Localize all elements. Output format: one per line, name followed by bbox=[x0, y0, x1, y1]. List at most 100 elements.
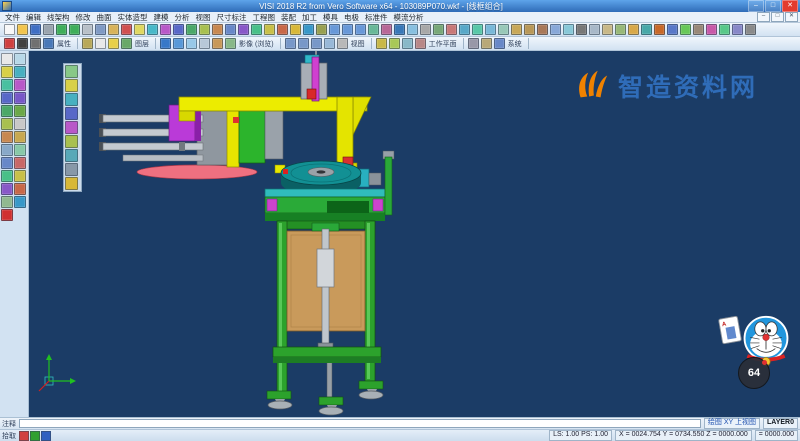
assembly-icon[interactable] bbox=[628, 24, 639, 35]
solid-cylinder-icon[interactable] bbox=[524, 24, 535, 35]
arc-icon[interactable] bbox=[160, 24, 171, 35]
transform-move-icon[interactable] bbox=[1, 170, 13, 182]
modify-offset-icon[interactable] bbox=[1, 157, 13, 169]
palette-circle-icon[interactable] bbox=[65, 107, 78, 120]
palette-select-icon[interactable] bbox=[65, 65, 78, 78]
scale-icon[interactable] bbox=[277, 24, 288, 35]
transform-rotate-icon[interactable] bbox=[14, 170, 26, 182]
mirror-icon[interactable] bbox=[238, 24, 249, 35]
top-tool-head[interactable] bbox=[301, 51, 327, 101]
database-icon[interactable] bbox=[481, 38, 492, 49]
zoom-in-icon[interactable] bbox=[329, 24, 340, 35]
palette-surface-icon[interactable] bbox=[65, 149, 78, 162]
snap-icon[interactable] bbox=[446, 24, 457, 35]
menu-item-文件[interactable]: 文件 bbox=[2, 12, 23, 23]
fillet-3d-icon[interactable] bbox=[550, 24, 561, 35]
analysis-curvature-icon[interactable] bbox=[706, 24, 717, 35]
surface-loft-icon[interactable] bbox=[498, 24, 509, 35]
menu-item-尺寸标注[interactable]: 尺寸标注 bbox=[214, 12, 250, 23]
copy-icon[interactable] bbox=[95, 24, 106, 35]
palette-line-icon[interactable] bbox=[65, 93, 78, 106]
spline-icon[interactable] bbox=[199, 24, 210, 35]
menu-item-模具[interactable]: 模具 bbox=[320, 12, 341, 23]
hole-wizard-icon[interactable] bbox=[576, 24, 587, 35]
select-window-icon[interactable] bbox=[14, 53, 26, 65]
dynamic-pan-icon[interactable] bbox=[225, 38, 236, 49]
draw-circle-icon[interactable] bbox=[1, 92, 13, 104]
erase-red-icon[interactable] bbox=[1, 209, 13, 221]
modify-chamfer-icon[interactable] bbox=[14, 144, 26, 156]
cut-icon[interactable] bbox=[82, 24, 93, 35]
view-plane-indicator[interactable]: 绘图 XY 上视图 bbox=[704, 418, 760, 429]
palette-arc-icon[interactable] bbox=[65, 121, 78, 134]
cpl-face-icon[interactable] bbox=[389, 38, 400, 49]
surface-sweep-icon[interactable] bbox=[485, 24, 496, 35]
draw-line-icon[interactable] bbox=[14, 66, 26, 78]
draw-spline-icon[interactable] bbox=[1, 118, 13, 130]
delete-icon[interactable] bbox=[121, 24, 132, 35]
zoom-out-icon[interactable] bbox=[342, 24, 353, 35]
measure-icon[interactable] bbox=[290, 24, 301, 35]
layer-list-icon[interactable] bbox=[82, 38, 93, 49]
hatch-icon[interactable] bbox=[1, 196, 13, 208]
electrode-icon[interactable] bbox=[654, 24, 665, 35]
cpl-xy-icon[interactable] bbox=[376, 38, 387, 49]
draft-angle-icon[interactable] bbox=[602, 24, 613, 35]
palette-curve-icon[interactable] bbox=[65, 135, 78, 148]
graphics-viewport[interactable]: 智造资料网 A bbox=[29, 51, 800, 417]
new-file-icon[interactable] bbox=[4, 24, 15, 35]
simulate-icon[interactable] bbox=[680, 24, 691, 35]
shaded-icon[interactable] bbox=[160, 38, 171, 49]
redo-icon[interactable] bbox=[69, 24, 80, 35]
column-and-panel[interactable] bbox=[277, 221, 375, 397]
surface-revolve-icon[interactable] bbox=[472, 24, 483, 35]
line-icon[interactable] bbox=[147, 24, 158, 35]
options-icon[interactable] bbox=[745, 24, 756, 35]
dynamic-rotate-icon[interactable] bbox=[212, 38, 223, 49]
shaded-view-icon[interactable] bbox=[394, 24, 405, 35]
solid-boolean-icon[interactable] bbox=[537, 24, 548, 35]
palette-point-icon[interactable] bbox=[65, 79, 78, 92]
shaded-edges-icon[interactable] bbox=[173, 38, 184, 49]
maximize-button[interactable]: □ bbox=[765, 0, 781, 12]
doc-close-button[interactable]: ✕ bbox=[785, 12, 798, 22]
close-button[interactable]: ✕ bbox=[782, 0, 798, 12]
menu-item-编辑[interactable]: 编辑 bbox=[23, 12, 44, 23]
entity-filter-icon[interactable] bbox=[43, 38, 54, 49]
shell-icon[interactable] bbox=[589, 24, 600, 35]
circle-icon[interactable] bbox=[173, 24, 184, 35]
point-icon[interactable] bbox=[134, 24, 145, 35]
transform-scale-icon[interactable] bbox=[14, 183, 26, 195]
draw-rectangle-icon[interactable] bbox=[1, 105, 13, 117]
draw-point-icon[interactable] bbox=[1, 66, 13, 78]
view-top-icon[interactable] bbox=[285, 38, 296, 49]
pattern-icon[interactable] bbox=[615, 24, 626, 35]
modify-fillet-icon[interactable] bbox=[1, 144, 13, 156]
menu-item-建模[interactable]: 建模 bbox=[151, 12, 172, 23]
undo-icon[interactable] bbox=[56, 24, 67, 35]
menu-item-装配[interactable]: 装配 bbox=[278, 12, 299, 23]
view-previous-icon[interactable] bbox=[337, 38, 348, 49]
grid-icon[interactable] bbox=[433, 24, 444, 35]
mold-tools-icon[interactable] bbox=[641, 24, 652, 35]
draw-ellipse-icon[interactable] bbox=[14, 92, 26, 104]
menu-item-模流分析[interactable]: 模流分析 bbox=[391, 12, 427, 23]
analysis-draft-icon[interactable] bbox=[719, 24, 730, 35]
transform-mirror-icon[interactable] bbox=[1, 183, 13, 195]
pan-icon[interactable] bbox=[368, 24, 379, 35]
line-width-icon[interactable] bbox=[30, 38, 41, 49]
section-view-icon[interactable] bbox=[732, 24, 743, 35]
trim-icon[interactable] bbox=[212, 24, 223, 35]
rectangle-icon[interactable] bbox=[186, 24, 197, 35]
modify-break-icon[interactable] bbox=[14, 157, 26, 169]
surface-extrude-icon[interactable] bbox=[459, 24, 470, 35]
zoom-fit-icon[interactable] bbox=[355, 24, 366, 35]
menu-item-电极[interactable]: 电极 bbox=[341, 12, 362, 23]
draw-text-icon[interactable] bbox=[14, 118, 26, 130]
menu-item-实体造型[interactable]: 实体造型 bbox=[115, 12, 151, 23]
menu-item-加工[interactable]: 加工 bbox=[299, 12, 320, 23]
view-rotate-icon[interactable] bbox=[381, 24, 392, 35]
doc-restore-button[interactable]: □ bbox=[771, 12, 784, 22]
minimize-button[interactable]: – bbox=[748, 0, 764, 12]
modify-trim-icon[interactable] bbox=[1, 131, 13, 143]
